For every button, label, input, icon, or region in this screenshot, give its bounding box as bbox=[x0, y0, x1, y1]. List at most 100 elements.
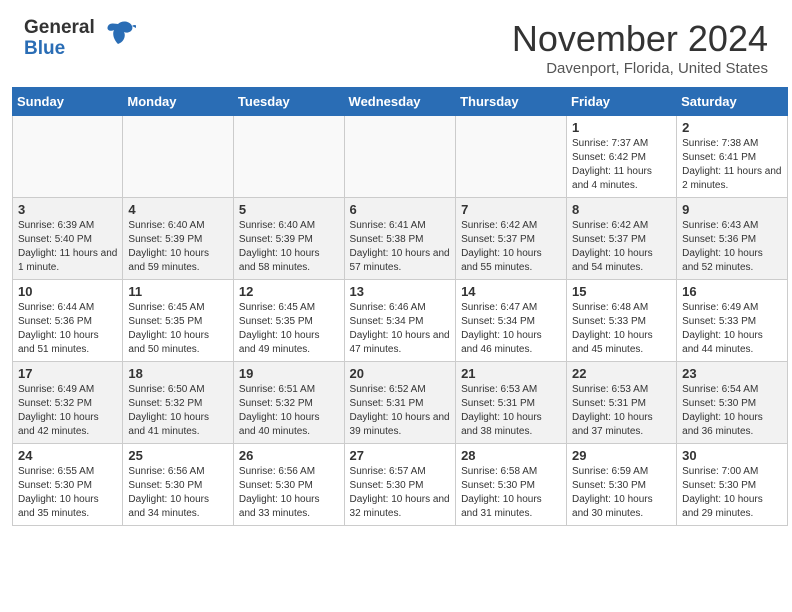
day-info: Sunrise: 6:59 AM Sunset: 5:30 PM Dayligh… bbox=[572, 465, 671, 521]
logo: General Blue bbox=[24, 18, 136, 60]
calendar-cell: 20 Sunrise: 6:52 AM Sunset: 5:31 PM Dayli… bbox=[344, 362, 456, 444]
calendar-cell: 9Sunrise: 6:43 AM Sunset: 5:36 PM Daylig… bbox=[677, 198, 788, 280]
calendar-cell: 16 Sunrise: 6:49 AM Sunset: 5:33 PM Dayli… bbox=[677, 280, 788, 362]
header: General Blue November 2024 Davenport, Fl… bbox=[0, 0, 792, 87]
calendar-cell: 19 Sunrise: 6:51 AM Sunset: 5:32 PM Dayli… bbox=[233, 362, 344, 444]
calendar-cell: 22 Sunrise: 6:53 AM Sunset: 5:31 PM Dayli… bbox=[567, 362, 677, 444]
calendar-cell: 18Sunrise: 6:50 AM Sunset: 5:32 PM Dayli… bbox=[123, 362, 234, 444]
day-number: 19 bbox=[239, 366, 339, 381]
calendar-cell bbox=[344, 116, 456, 198]
day-number: 11 bbox=[128, 284, 228, 299]
day-info: Sunrise: 6:47 AM Sunset: 5:34 PM Dayligh… bbox=[461, 301, 561, 357]
day-info: Sunrise: 6:54 AM Sunset: 5:30 PM Dayligh… bbox=[682, 383, 782, 439]
weekday-header-friday: Friday bbox=[567, 88, 677, 116]
weekday-header-tuesday: Tuesday bbox=[233, 88, 344, 116]
calendar-cell: 27 Sunrise: 6:57 AM Sunset: 5:30 PM Dayli… bbox=[344, 444, 456, 526]
day-info: Sunrise: 6:53 AM Sunset: 5:31 PM Dayligh… bbox=[572, 383, 671, 439]
weekday-header-wednesday: Wednesday bbox=[344, 88, 456, 116]
calendar-cell: 21Sunrise: 6:53 AM Sunset: 5:31 PM Dayli… bbox=[456, 362, 567, 444]
day-info: Sunrise: 6:58 AM Sunset: 5:30 PM Dayligh… bbox=[461, 465, 561, 521]
day-number: 23 bbox=[682, 366, 782, 381]
day-number: 8 bbox=[572, 202, 671, 217]
calendar-cell bbox=[123, 116, 234, 198]
day-info: Sunrise: 6:40 AM Sunset: 5:39 PM Dayligh… bbox=[239, 219, 339, 275]
calendar-cell: 17 Sunrise: 6:49 AM Sunset: 5:32 PM Dayli… bbox=[13, 362, 123, 444]
day-number: 22 bbox=[572, 366, 671, 381]
day-number: 16 bbox=[682, 284, 782, 299]
calendar-cell bbox=[233, 116, 344, 198]
day-info: Sunrise: 6:55 AM Sunset: 5:30 PM Dayligh… bbox=[18, 465, 117, 521]
day-info: Sunrise: 6:53 AM Sunset: 5:31 PM Dayligh… bbox=[461, 383, 561, 439]
page-container: General Blue November 2024 Davenport, Fl… bbox=[0, 0, 792, 534]
calendar-cell bbox=[13, 116, 123, 198]
day-info: Sunrise: 6:49 AM Sunset: 5:33 PM Dayligh… bbox=[682, 301, 782, 357]
day-number: 5 bbox=[239, 202, 339, 217]
week-row-3: 10Sunrise: 6:44 AM Sunset: 5:36 PM Dayli… bbox=[13, 280, 788, 362]
day-number: 17 bbox=[18, 366, 117, 381]
calendar-wrapper: SundayMondayTuesdayWednesdayThursdayFrid… bbox=[0, 87, 792, 534]
day-info: Sunrise: 6:57 AM Sunset: 5:30 PM Dayligh… bbox=[350, 465, 451, 521]
logo-bird-icon bbox=[98, 16, 136, 54]
week-row-2: 3 Sunrise: 6:39 AM Sunset: 5:40 PM Daylig… bbox=[13, 198, 788, 280]
day-number: 3 bbox=[18, 202, 117, 217]
day-number: 26 bbox=[239, 448, 339, 463]
day-info: Sunrise: 6:40 AM Sunset: 5:39 PM Dayligh… bbox=[128, 219, 228, 275]
calendar-cell: 10Sunrise: 6:44 AM Sunset: 5:36 PM Dayli… bbox=[13, 280, 123, 362]
logo-text-general: General bbox=[24, 18, 95, 39]
day-number: 13 bbox=[350, 284, 451, 299]
calendar-cell: 14Sunrise: 6:47 AM Sunset: 5:34 PM Dayli… bbox=[456, 280, 567, 362]
day-info: Sunrise: 6:39 AM Sunset: 5:40 PM Dayligh… bbox=[18, 219, 117, 275]
calendar-cell: 28 Sunrise: 6:58 AM Sunset: 5:30 PM Dayli… bbox=[456, 444, 567, 526]
day-number: 30 bbox=[682, 448, 782, 463]
day-info: Sunrise: 6:56 AM Sunset: 5:30 PM Dayligh… bbox=[128, 465, 228, 521]
calendar-cell: 7 Sunrise: 6:42 AM Sunset: 5:37 PM Daylig… bbox=[456, 198, 567, 280]
title-block: November 2024 Davenport, Florida, United… bbox=[512, 18, 768, 77]
calendar-cell: 2Sunrise: 7:38 AM Sunset: 6:41 PM Daylig… bbox=[677, 116, 788, 198]
calendar-cell: 6Sunrise: 6:41 AM Sunset: 5:38 PM Daylig… bbox=[344, 198, 456, 280]
day-info: Sunrise: 6:42 AM Sunset: 5:37 PM Dayligh… bbox=[461, 219, 561, 275]
weekday-header-sunday: Sunday bbox=[13, 88, 123, 116]
day-info: Sunrise: 6:45 AM Sunset: 5:35 PM Dayligh… bbox=[128, 301, 228, 357]
day-info: Sunrise: 6:48 AM Sunset: 5:33 PM Dayligh… bbox=[572, 301, 671, 357]
calendar-cell: 4 Sunrise: 6:40 AM Sunset: 5:39 PM Daylig… bbox=[123, 198, 234, 280]
day-number: 29 bbox=[572, 448, 671, 463]
day-info: Sunrise: 7:37 AM Sunset: 6:42 PM Dayligh… bbox=[572, 137, 671, 193]
calendar-cell: 13Sunrise: 6:46 AM Sunset: 5:34 PM Dayli… bbox=[344, 280, 456, 362]
weekday-header-monday: Monday bbox=[123, 88, 234, 116]
day-info: Sunrise: 6:49 AM Sunset: 5:32 PM Dayligh… bbox=[18, 383, 117, 439]
weekday-header-row: SundayMondayTuesdayWednesdayThursdayFrid… bbox=[13, 88, 788, 116]
day-number: 20 bbox=[350, 366, 451, 381]
calendar-cell: 26 Sunrise: 6:56 AM Sunset: 5:30 PM Dayli… bbox=[233, 444, 344, 526]
calendar-cell: 29 Sunrise: 6:59 AM Sunset: 5:30 PM Dayli… bbox=[567, 444, 677, 526]
calendar-cell: 24 Sunrise: 6:55 AM Sunset: 5:30 PM Dayli… bbox=[13, 444, 123, 526]
day-info: Sunrise: 7:00 AM Sunset: 5:30 PM Dayligh… bbox=[682, 465, 782, 521]
day-number: 25 bbox=[128, 448, 228, 463]
calendar-cell: 30 Sunrise: 7:00 AM Sunset: 5:30 PM Dayli… bbox=[677, 444, 788, 526]
location: Davenport, Florida, United States bbox=[512, 60, 768, 77]
day-number: 28 bbox=[461, 448, 561, 463]
day-number: 24 bbox=[18, 448, 117, 463]
calendar-cell: 1Sunrise: 7:37 AM Sunset: 6:42 PM Daylig… bbox=[567, 116, 677, 198]
calendar-cell: 3 Sunrise: 6:39 AM Sunset: 5:40 PM Daylig… bbox=[13, 198, 123, 280]
day-info: Sunrise: 6:43 AM Sunset: 5:36 PM Dayligh… bbox=[682, 219, 782, 275]
day-info: Sunrise: 6:56 AM Sunset: 5:30 PM Dayligh… bbox=[239, 465, 339, 521]
day-info: Sunrise: 7:38 AM Sunset: 6:41 PM Dayligh… bbox=[682, 137, 782, 193]
calendar-cell bbox=[456, 116, 567, 198]
week-row-1: 1Sunrise: 7:37 AM Sunset: 6:42 PM Daylig… bbox=[13, 116, 788, 198]
logo-text-blue: Blue bbox=[24, 39, 95, 60]
day-number: 7 bbox=[461, 202, 561, 217]
day-info: Sunrise: 6:42 AM Sunset: 5:37 PM Dayligh… bbox=[572, 219, 671, 275]
day-number: 27 bbox=[350, 448, 451, 463]
day-number: 4 bbox=[128, 202, 228, 217]
calendar-cell: 25 Sunrise: 6:56 AM Sunset: 5:30 PM Dayli… bbox=[123, 444, 234, 526]
weekday-header-saturday: Saturday bbox=[677, 88, 788, 116]
day-info: Sunrise: 6:51 AM Sunset: 5:32 PM Dayligh… bbox=[239, 383, 339, 439]
day-info: Sunrise: 6:52 AM Sunset: 5:31 PM Dayligh… bbox=[350, 383, 451, 439]
day-info: Sunrise: 6:45 AM Sunset: 5:35 PM Dayligh… bbox=[239, 301, 339, 357]
calendar-cell: 15Sunrise: 6:48 AM Sunset: 5:33 PM Dayli… bbox=[567, 280, 677, 362]
day-info: Sunrise: 6:50 AM Sunset: 5:32 PM Dayligh… bbox=[128, 383, 228, 439]
calendar-cell: 11 Sunrise: 6:45 AM Sunset: 5:35 PM Dayli… bbox=[123, 280, 234, 362]
day-number: 10 bbox=[18, 284, 117, 299]
calendar-cell: 12Sunrise: 6:45 AM Sunset: 5:35 PM Dayli… bbox=[233, 280, 344, 362]
calendar-cell: 5 Sunrise: 6:40 AM Sunset: 5:39 PM Daylig… bbox=[233, 198, 344, 280]
